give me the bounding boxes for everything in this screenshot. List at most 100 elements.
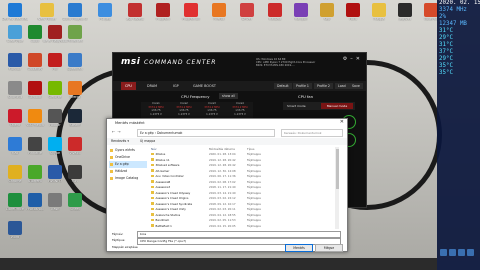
scrollbar[interactable] (335, 147, 339, 229)
sysmon-cpu-freq: 3374 MHz (439, 7, 467, 13)
file-type: Fájlmappa (247, 223, 261, 228)
app-icon (8, 221, 22, 235)
address-bar[interactable]: Ez a gép › Dokumentumok (137, 129, 275, 137)
desktop-icon[interactable]: Jegyzet (392, 2, 418, 32)
app-icon (48, 109, 62, 123)
desktop-icon-label: Steam (69, 124, 81, 127)
file-row[interactable]: Battlefield 1 2019. 04. 15. 20:05 Fájlmapp… (149, 224, 313, 230)
tab-igp[interactable]: IGP (169, 82, 183, 90)
desktop-icon-label: Kép (323, 18, 331, 21)
scrollbar-thumb[interactable] (335, 149, 339, 189)
app-icon (28, 53, 42, 67)
tab-dram[interactable]: DRAM (143, 82, 161, 90)
desktop-icon[interactable]: Sheet (62, 192, 88, 222)
desktop-icon-label: asp Kezelő (126, 18, 144, 21)
cancel-button[interactable]: Mégse (315, 244, 343, 252)
app-icon (346, 3, 360, 17)
desktop-icon-label: Speedfan (67, 68, 83, 71)
tree-item-image-catalog[interactable]: Image Catalog (109, 175, 147, 182)
window-controls: ⚙–✕ (343, 56, 363, 62)
cpu-frequency-title: CPU Frequency (181, 94, 210, 99)
hide-folders-toggle[interactable]: Mappák elrejtése (112, 244, 138, 250)
app-icon (48, 137, 62, 151)
desktop-icon[interactable]: Firefox (206, 2, 232, 32)
tray-icon[interactable] (458, 249, 465, 256)
desktop-icon-label: Jegyzet (398, 18, 412, 21)
desktop-icon-label: Programok (182, 18, 200, 21)
desktop-icon[interactable]: Steam (62, 108, 88, 138)
save-profile-button[interactable]: Save (349, 83, 363, 89)
profile-1-button[interactable]: Profile 1 (293, 83, 312, 89)
desktop-icon[interactable]: Word (2, 220, 28, 250)
app-icon (184, 3, 198, 17)
save-as-dialog: Mentés másként ✕ ←→ Ez a gép › Dokumentu… (106, 118, 348, 252)
filetype-label: Fájltípus: (112, 238, 126, 242)
desktop-icon[interactable]: Foxit (340, 2, 366, 32)
app-icon (212, 3, 226, 17)
desktop-icon-label: Firefox (213, 18, 225, 21)
file-date: 2019. 04. 15. 20:05 (209, 223, 236, 228)
desktop-icon[interactable]: Programok (178, 2, 204, 32)
system-monitor-widget: 2020. 02. 15. 3374 MHz 2% 12347 MB 31°C … (437, 0, 480, 270)
save-button[interactable]: Mentés (285, 244, 313, 252)
desktop-icon[interactable]: Driver (234, 2, 260, 32)
close-icon[interactable]: ✕ (356, 56, 363, 62)
profile-2-button[interactable]: Profile 2 (314, 83, 333, 89)
desktop-icon-label: Program (156, 18, 170, 21)
profile-default-button[interactable]: Default (274, 83, 292, 89)
app-icon (28, 137, 42, 151)
desktop-icon[interactable]: Bin (62, 164, 88, 194)
tray-icon[interactable] (449, 249, 456, 256)
desktop-icon[interactable]: Firefox (62, 80, 88, 110)
file-list: Név Módosítás dátuma Típus 2Dsilus 2020. … (149, 147, 313, 229)
desktop-icon[interactable]: Vivaldi (62, 136, 88, 166)
desktop-icon[interactable]: PC gép (92, 2, 118, 32)
tray-icon[interactable] (440, 249, 447, 256)
load-button[interactable]: Load (335, 83, 349, 89)
tree-item-this-pc[interactable]: Ez a gép (109, 161, 147, 168)
search-input[interactable]: Keresés: Dokumentumok (281, 129, 343, 137)
organize-button[interactable]: Rendezés ▾ (111, 139, 129, 143)
fan-mode-switch: Smart mode Manual mode (283, 102, 355, 110)
sysmon-temp: 37°C (439, 49, 453, 55)
tab-game-boost[interactable]: GAME BOOST (189, 82, 220, 90)
desktop-icon-label: Doku Magyarul (62, 18, 88, 21)
desktop-icon-label: Word (10, 236, 20, 239)
desktop-icon-label: Hangok (294, 18, 308, 21)
app-icon (40, 3, 54, 17)
app-icon (68, 25, 82, 39)
app-icon (68, 53, 82, 67)
sysmon-temp: 35°C (439, 63, 453, 69)
nav-arrows: ←→ (112, 129, 123, 134)
tray-icon[interactable] (467, 249, 474, 256)
close-icon[interactable]: ✕ (340, 119, 344, 125)
forward-arrow-icon[interactable]: → (117, 129, 122, 134)
file-name: Battlefield 1 (151, 224, 172, 230)
tree-item-network[interactable]: Hálózat (109, 168, 147, 175)
app-icon (8, 137, 22, 151)
app-icon (372, 3, 386, 17)
navigation-tree: Gyors elérés OneDrive Ez a gép Hálózat I… (109, 147, 147, 227)
desktop-icon[interactable]: Speedfan (62, 52, 88, 82)
desktop-icon-label: Minecraft (67, 40, 83, 43)
show-all-button[interactable]: show all (219, 93, 238, 99)
manual-mode-option[interactable]: Manual mode (321, 103, 353, 109)
app-icon (294, 3, 308, 17)
new-folder-button[interactable]: Új mappa (140, 139, 155, 143)
app-icon (8, 165, 22, 179)
desktop-icon[interactable]: Program (150, 2, 176, 32)
desktop-icon[interactable]: Mappa (366, 2, 392, 32)
tree-item-onedrive[interactable]: OneDrive (109, 154, 147, 161)
desktop-icon[interactable]: Hálózat (262, 2, 288, 32)
desktop-icon[interactable]: Kép (314, 2, 340, 32)
tree-item-quick-access[interactable]: Gyors elérés (109, 147, 147, 154)
tab-cpu[interactable]: CPU (121, 82, 136, 90)
app-icon (128, 3, 142, 17)
app-icon (48, 53, 62, 67)
desktop-icon[interactable]: Minecraft (62, 24, 88, 54)
smart-mode-option[interactable]: Smart mode (285, 103, 317, 109)
sysmon-date: 2020. 02. 15. (439, 0, 480, 6)
desktop-icon[interactable]: asp Kezelő (122, 2, 148, 32)
filename-field[interactable]: bios (137, 231, 341, 238)
desktop-icon[interactable]: Hangok (288, 2, 314, 32)
